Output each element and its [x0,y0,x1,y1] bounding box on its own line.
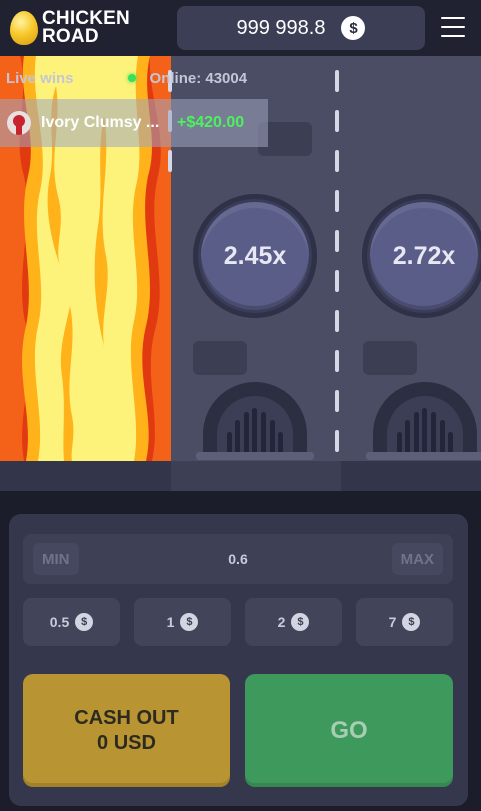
multiplier-value: 2.45x [201,202,309,310]
preset-bet-button[interactable]: 0.5 $ [23,598,120,646]
manhole-grate-icon [203,382,307,460]
preset-bet-button[interactable]: 7 $ [356,598,453,646]
preset-bet-button[interactable]: 2 $ [245,598,342,646]
bet-panel: 0.6 MIN MAX 0.5 $ 1 $ 2 $ 7 $ CASH OUT 0… [9,514,468,806]
online-count: Online: 43004 [149,69,248,87]
live-wins-label: Live wins [6,69,74,87]
preset-value: 2 [277,614,286,630]
preset-value: 1 [166,614,175,630]
bet-amount-row: 0.6 MIN MAX [23,534,453,584]
top-bar: CHICKEN ROAD 999 998.8 $ [0,0,481,56]
road-edge-segment [171,461,341,491]
chicken-road-logo: CHICKEN ROAD [10,9,130,47]
multiplier-coin-lane-2[interactable]: 2.72x [362,194,481,318]
win-amount: +$420.00 [177,114,245,131]
lane-divider [168,150,172,172]
dollar-coin-icon: $ [402,613,421,631]
bet-amount-value[interactable]: 0.6 [23,534,453,584]
lane-divider [335,430,339,452]
lane-divider [335,110,339,132]
lane-divider [335,150,339,172]
cash-out-label: CASH OUT [74,706,179,729]
balance-display: 999 998.8 $ [177,6,425,50]
max-bet-button[interactable]: MAX [391,543,443,575]
multiplier-coin-lane-1[interactable]: 2.45x [193,194,317,318]
logo-line-2: ROAD [42,26,99,47]
winner-name: Ivory Clumsy ... [41,114,160,131]
lane-divider [335,390,339,412]
preset-value: 7 [388,614,397,630]
dollar-coin-icon: $ [75,613,94,631]
lane-divider [335,350,339,372]
road-block [363,341,417,375]
dollar-coin-icon: $ [341,16,366,40]
road-block [193,341,247,375]
multiplier-value: 2.72x [370,202,478,310]
live-win-item: Ivory Clumsy ... +$420.00 [0,99,268,147]
manhole-base [196,452,314,460]
preset-bet-button[interactable]: 1 $ [134,598,231,646]
player-avatar [7,111,31,135]
live-stats: Live wins Online: 43004 [0,64,247,92]
min-bet-button[interactable]: MIN [33,543,79,575]
preset-value: 0.5 [49,614,70,630]
road-edge [0,461,481,491]
lane-divider [335,70,339,92]
manhole-grate-icon [373,382,477,460]
lane-divider [335,190,339,212]
lane-divider [335,270,339,292]
logo-text: CHICKEN ROAD [42,9,130,47]
online-status-dot [127,74,136,82]
lane-divider [335,230,339,252]
go-button[interactable]: GO [245,674,453,787]
hamburger-menu-icon[interactable] [441,17,465,37]
cash-out-amount: 0 USD [97,731,156,754]
dollar-coin-icon: $ [291,613,310,631]
golden-egg-icon [10,11,38,45]
manhole-base [366,452,481,460]
dollar-coin-icon: $ [180,613,199,631]
lane-divider [335,310,339,332]
balance-value: 999 998.8 [236,16,326,39]
cash-out-button[interactable]: CASH OUT 0 USD [23,674,230,787]
